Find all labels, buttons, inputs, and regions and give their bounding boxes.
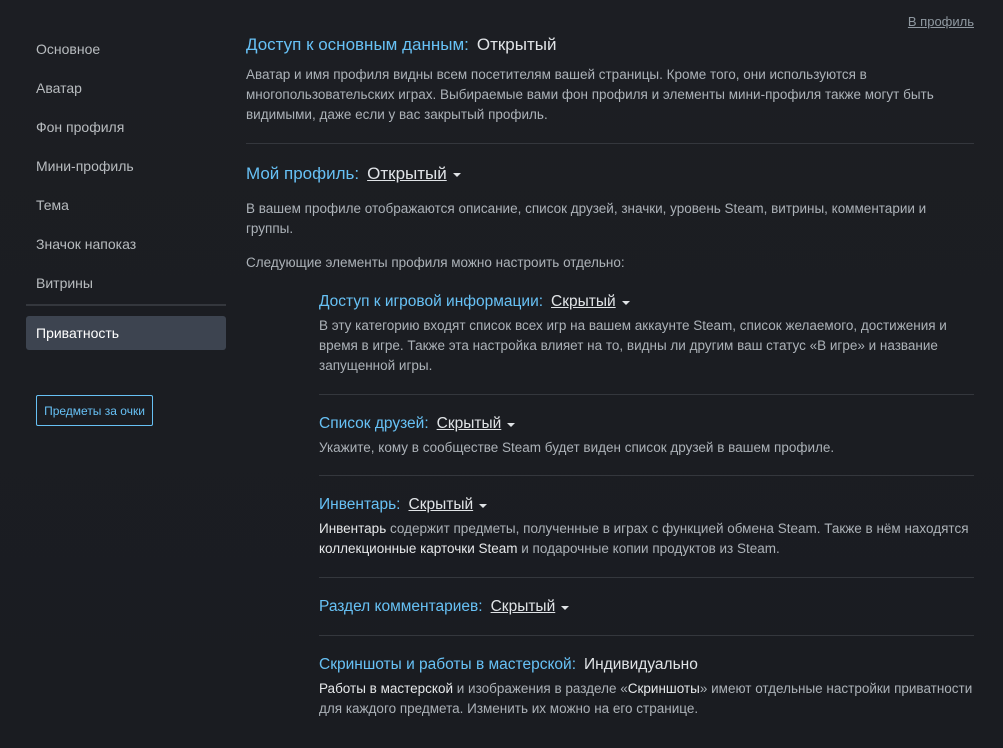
friends-list-label: Список друзей: — [319, 415, 429, 432]
friends-list-desc: Укажите, кому в сообществе Steam будет в… — [319, 440, 835, 455]
basic-details-desc: Аватар и имя профиля видны всем посетите… — [246, 67, 934, 122]
game-details-row: Доступ к игровой информации: Скрытый — [319, 293, 974, 311]
screenshots-row: Скриншоты и работы в мастерской: Индивид… — [319, 656, 974, 674]
inventory-dropdown[interactable]: Скрытый — [409, 496, 488, 514]
inventory-label: Инвентарь: — [319, 496, 401, 513]
profile-sub-settings: Доступ к игровой информации: Скрытый В э… — [319, 293, 974, 719]
basic-details-row: Доступ к основным данным: Открытый — [246, 35, 974, 55]
screenshots-link[interactable]: Скриншоты — [628, 681, 700, 696]
comments-row: Раздел комментариев: Скрытый — [319, 598, 974, 616]
sidebar-nav: Основное Аватар Фон профиля Мини-профиль… — [26, 30, 226, 350]
privacy-settings: Доступ к основным данным: Открытый Авата… — [246, 35, 974, 719]
my-profile-desc: В вашем профиле отображаются описание, с… — [246, 201, 927, 236]
my-profile-row: Мой профиль: Открытый — [246, 164, 974, 184]
game-details-desc: В эту категорию входят список всех игр н… — [319, 318, 947, 373]
inventory-link[interactable]: Инвентарь — [319, 521, 386, 536]
my-profile-dropdown[interactable]: Открытый — [367, 164, 461, 184]
back-to-profile-link[interactable]: В профиль — [908, 14, 974, 29]
divider — [246, 143, 974, 144]
points-shop-button[interactable]: Предметы за очки — [36, 395, 153, 426]
chevron-down-icon — [507, 423, 516, 427]
comments-value: Скрытый — [490, 598, 556, 615]
chevron-down-icon — [621, 301, 630, 305]
sidebar-item-privacy[interactable]: Приватность — [26, 316, 226, 350]
my-profile-desc-2: Следующие элементы профиля можно настрои… — [246, 255, 625, 270]
game-details-value: Скрытый — [551, 293, 616, 310]
sidebar-item-mini-profile[interactable]: Мини-профиль — [26, 147, 226, 186]
screenshots-value: Индивидуально — [584, 656, 698, 673]
inventory-desc-text: содержит предметы, полученные в играх с … — [386, 521, 969, 536]
game-details-dropdown[interactable]: Скрытый — [551, 293, 630, 311]
chevron-down-icon — [452, 173, 461, 177]
screenshots-desc-text: и изображения в разделе « — [453, 681, 628, 696]
sidebar-divider — [26, 304, 226, 306]
inventory-desc: Инвентарь содержит предметы, полученные … — [319, 519, 974, 559]
sidebar-item-theme[interactable]: Тема — [26, 186, 226, 225]
basic-details-value: Открытый — [476, 35, 557, 54]
inventory-value: Скрытый — [408, 496, 474, 513]
divider — [319, 635, 974, 636]
divider — [319, 394, 974, 395]
inventory-desc-text-2: и подарочные копии продуктов из Steam. — [517, 541, 780, 556]
comments-label: Раздел комментариев: — [319, 598, 483, 615]
sidebar-item-showcases[interactable]: Витрины — [26, 264, 226, 303]
trading-cards-link[interactable]: коллекционные карточки Steam — [319, 541, 518, 556]
basic-details-label: Доступ к основным данным: — [246, 35, 469, 54]
friends-list-row: Список друзей: Скрытый — [319, 415, 974, 433]
divider — [319, 475, 974, 476]
comments-dropdown[interactable]: Скрытый — [491, 598, 570, 616]
chevron-down-icon — [479, 504, 488, 508]
my-profile-value: Открытый — [367, 164, 447, 183]
sidebar-item-avatar[interactable]: Аватар — [26, 69, 226, 108]
game-details-label: Доступ к игровой информации: — [319, 293, 544, 310]
divider — [319, 577, 974, 578]
friends-list-dropdown[interactable]: Скрытый — [437, 415, 516, 433]
my-profile-label: Мой профиль: — [246, 164, 360, 183]
screenshots-label: Скриншоты и работы в мастерской: — [319, 656, 577, 673]
sidebar-item-general[interactable]: Основное — [26, 30, 226, 69]
chevron-down-icon — [561, 606, 570, 610]
sidebar-item-featured-badge[interactable]: Значок напоказ — [26, 225, 226, 264]
inventory-row: Инвентарь: Скрытый — [319, 496, 974, 514]
screenshots-desc: Работы в мастерской и изображения в разд… — [319, 679, 974, 719]
workshop-link[interactable]: Работы в мастерской — [319, 681, 453, 696]
friends-list-value: Скрытый — [436, 415, 502, 432]
sidebar-item-background[interactable]: Фон профиля — [26, 108, 226, 147]
